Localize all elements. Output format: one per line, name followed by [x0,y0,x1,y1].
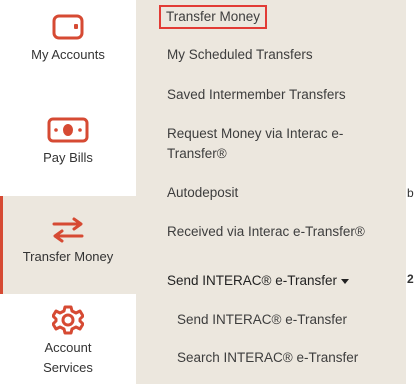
wallet-icon [52,14,84,40]
nav-item-label: My Accounts [31,47,105,62]
nav-item-label: Transfer Money [22,249,114,264]
submenu-link-autodeposit[interactable]: Autodeposit [167,183,238,203]
submenu-link-request-money[interactable]: Request Money via Interac e-Transfer® [167,124,387,164]
nav-item-account-services[interactable]: Account Services [0,298,136,384]
nav-item-pay-bills[interactable]: Pay Bills [0,100,136,196]
main-nav-sidebar: My Accounts Pay Bills Transfer Money Acc… [0,0,136,384]
gear-icon [52,305,84,335]
background-text-fragment: 2 [407,272,414,286]
submenu-link-saved-intermember-transfers[interactable]: Saved Intermember Transfers [167,85,346,105]
active-indicator [0,196,3,294]
caret-down-icon [341,278,349,284]
submenu-link-scheduled-transfers[interactable]: My Scheduled Transfers [167,45,313,65]
nav-item-label: Account Services [43,340,93,375]
dropdown-label: Send INTERAC® e-Transfer [167,273,337,288]
transfer-submenu: Transfer Money My Scheduled Transfers Sa… [136,0,406,384]
nav-item-label: Pay Bills [43,150,93,165]
submenu-link-search-interac[interactable]: Search INTERAC® e-Transfer [177,348,358,368]
transfer-arrows-icon [52,217,84,243]
nav-item-my-accounts[interactable]: My Accounts [0,0,136,96]
background-text-fragment: b [407,186,414,200]
submenu-link-send-interac[interactable]: Send INTERAC® e-Transfer [177,310,347,330]
banknote-icon [47,117,89,143]
send-interac-dropdown-toggle[interactable]: Send INTERAC® e-Transfer [167,271,349,291]
submenu-link-received-interac[interactable]: Received via Interac e-Transfer® [167,222,365,242]
nav-item-transfer-money[interactable]: Transfer Money [0,196,136,294]
submenu-link-transfer-money[interactable]: Transfer Money [159,5,268,29]
